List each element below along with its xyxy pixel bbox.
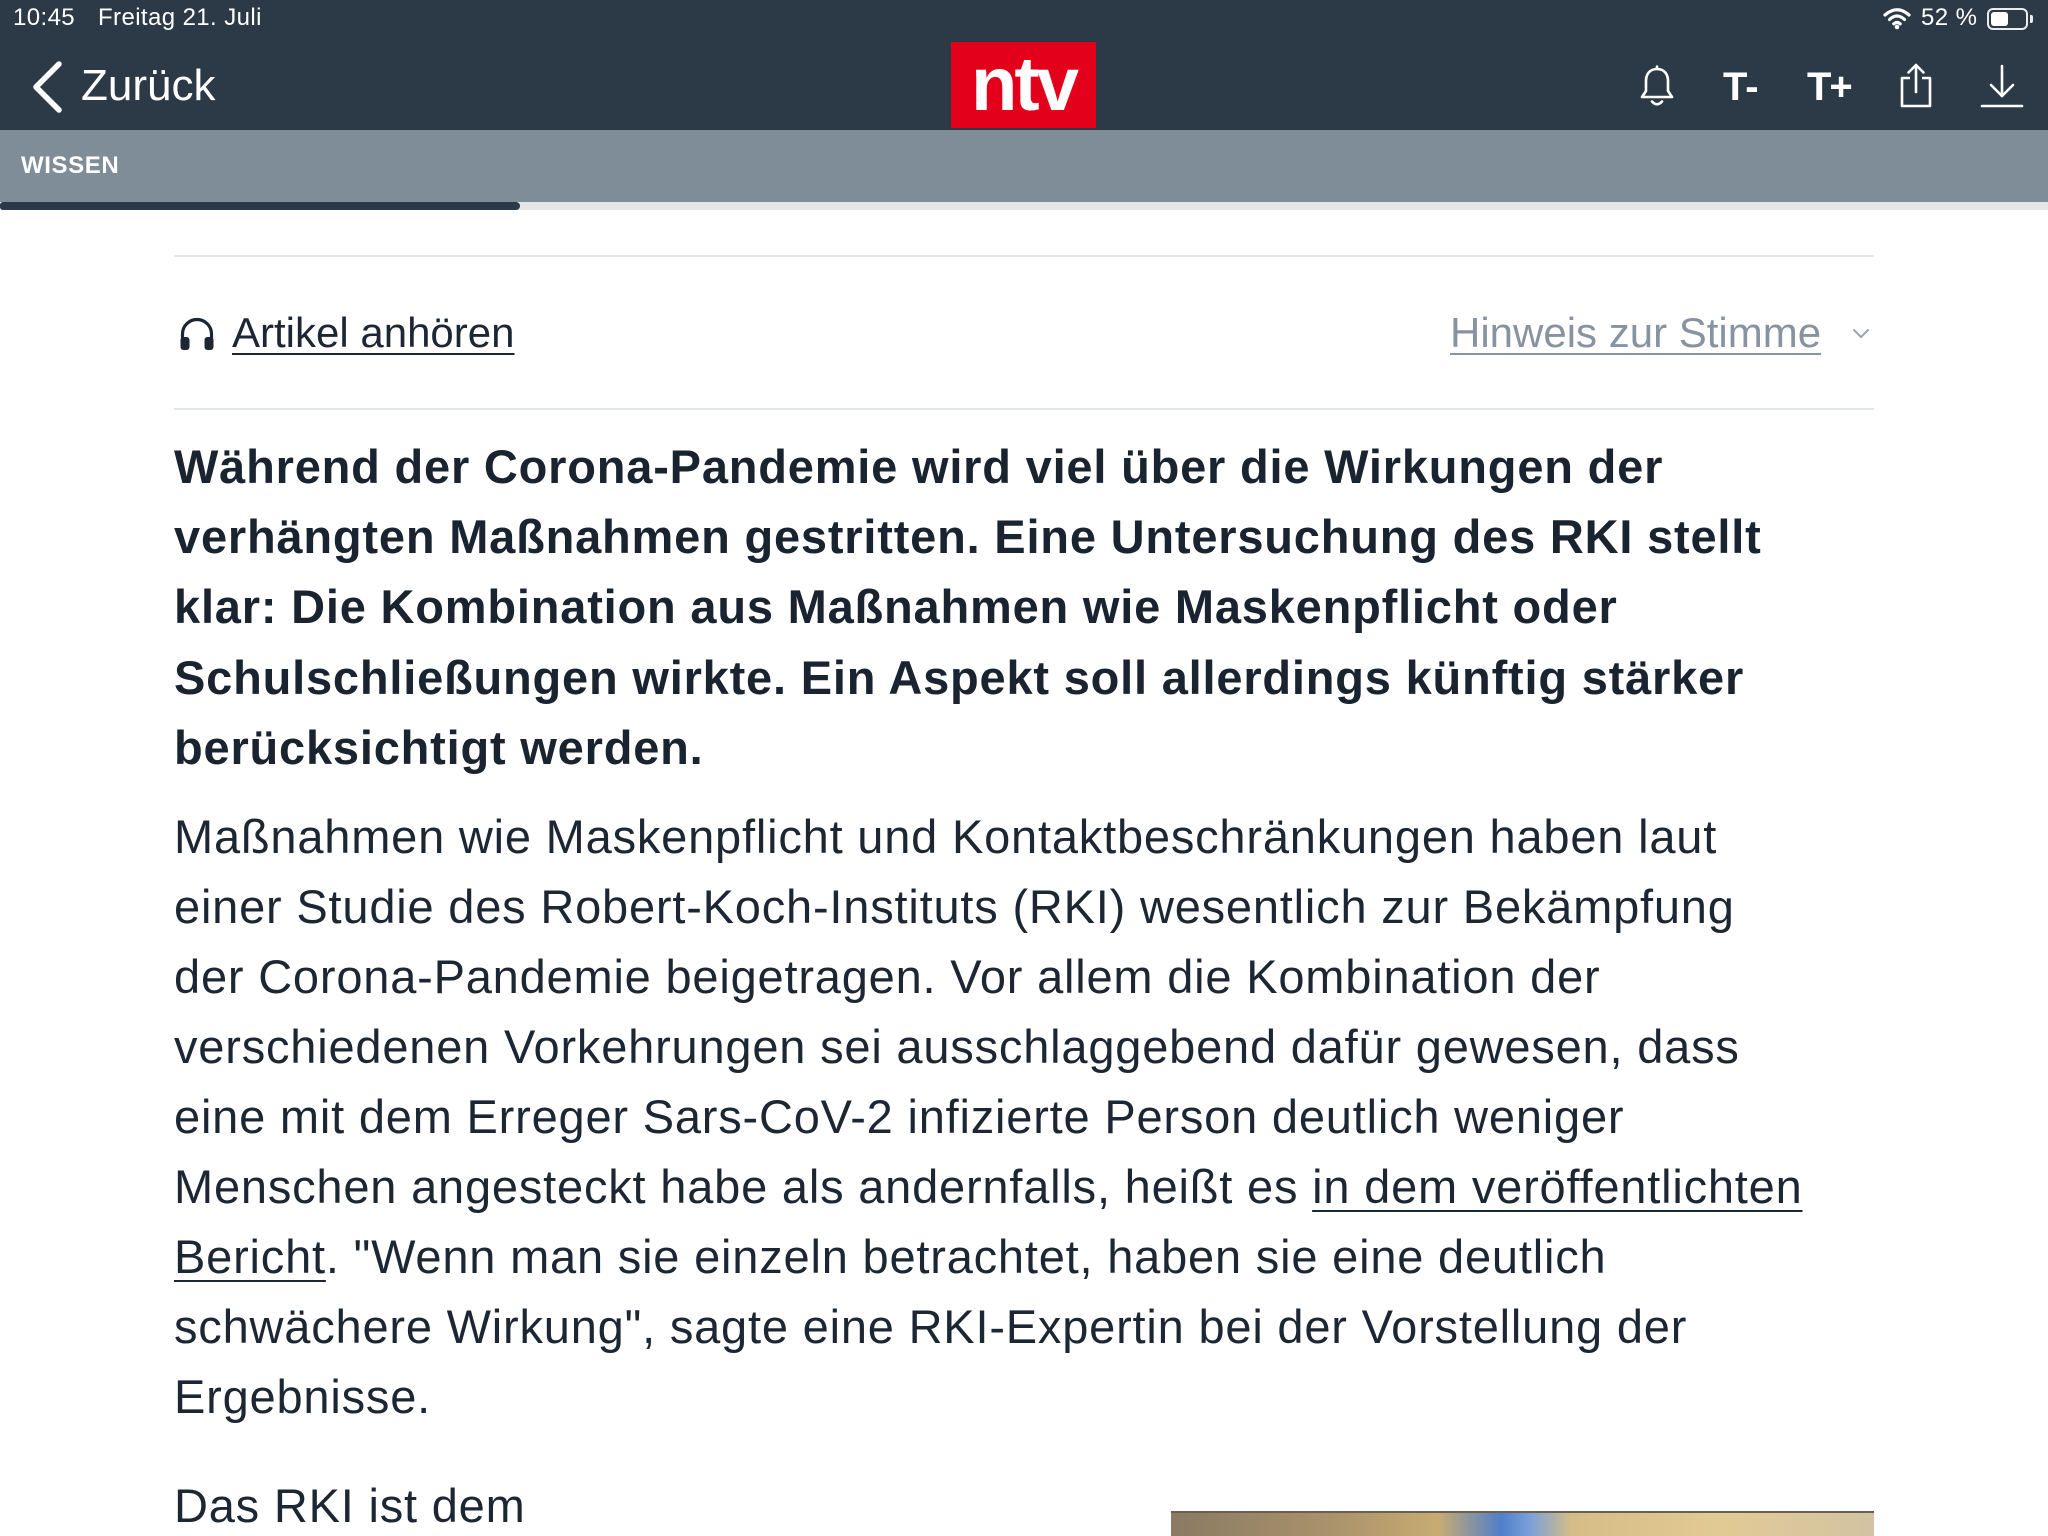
paragraph-text: Menschen angesteckt habe als andernfalls… [174, 1160, 1313, 1214]
app-screen: 10:45 Freitag 21. Juli 52 % Zurück ntv T… [0, 0, 2048, 1536]
wifi-icon [1882, 6, 1912, 35]
report-link[interactable]: Bericht [174, 1230, 326, 1283]
voice-hint-toggle[interactable]: Hinweis zur Stimme [1450, 308, 1874, 358]
divider [174, 255, 1874, 257]
lead-line: verhängten Maßnahmen gestritten. Eine Un… [174, 510, 1762, 564]
ntv-logo: ntv [951, 42, 1096, 128]
paragraph-line: Menschen angesteckt habe als andernfalls… [174, 1152, 1874, 1222]
back-button[interactable]: Zurück [24, 56, 220, 116]
status-time: 10:45 [13, 4, 76, 31]
font-larger-button[interactable]: T+ [1807, 62, 1853, 112]
share-icon[interactable] [1898, 62, 1934, 113]
bell-icon[interactable] [1637, 64, 1677, 115]
paragraph-line: Das RKI ist dem [174, 1479, 526, 1532]
divider [174, 408, 1874, 410]
paragraph-line: der Corona-Pandemie beigetragen. Vor all… [174, 950, 1601, 1004]
headphones-icon [178, 316, 216, 357]
battery-level [1991, 12, 2009, 26]
chevron-down-icon [1852, 327, 1870, 345]
battery-percentage: 52 % [1921, 4, 1978, 31]
battery-cap [2030, 15, 2033, 23]
paragraph-line: Ergebnisse. [174, 1370, 431, 1424]
font-smaller-button[interactable]: T- [1723, 62, 1759, 112]
article-paragraph: Das RKI ist dem [174, 1476, 1114, 1536]
lead-line: klar: Die Kombination aus Maßnahmen wie … [174, 580, 1618, 634]
section-bar: WISSEN [0, 130, 2048, 202]
lead-line: berücksichtigt werden. [174, 720, 704, 774]
voice-hint-label: Hinweis zur Stimme [1450, 309, 1822, 356]
download-icon[interactable] [1979, 64, 2025, 113]
paragraph-line: verschiedenen Vorkehrungen sei ausschlag… [174, 1020, 1740, 1074]
paragraph-line: schwächere Wirkung", sagte eine RKI-Expe… [174, 1300, 1688, 1354]
status-date: Freitag 21. Juli [98, 4, 262, 31]
article-lead: Während der Corona-Pandemie wird viel üb… [174, 432, 1874, 783]
paragraph-line: einer Studie des Robert-Koch-Instituts (… [174, 880, 1735, 934]
article-image [1171, 1511, 1874, 1536]
back-label: Zurück [81, 61, 216, 110]
lead-line: Schulschließungen wirkte. Ein Aspekt sol… [174, 650, 1745, 704]
report-link[interactable]: in dem veröffentlichten [1312, 1160, 1802, 1213]
battery-icon [1987, 8, 2028, 30]
paragraph-line: eine mit dem Erreger Sars-CoV-2 infizier… [174, 1090, 1625, 1144]
article-paragraph: Maßnahmen wie Maskenpflicht und Kontaktb… [174, 802, 1874, 1432]
paragraph-text: . "Wenn man sie einzeln betrachtet, habe… [325, 1230, 1607, 1284]
reading-progress-fill [0, 202, 521, 210]
lead-line: Während der Corona-Pandemie wird viel üb… [174, 440, 1664, 493]
chevron-left-icon [30, 60, 66, 119]
top-bar: 10:45 Freitag 21. Juli 52 % Zurück ntv T… [0, 0, 2048, 130]
reading-progress-bar [0, 202, 2048, 210]
paragraph-line: Bericht. "Wenn man sie einzeln betrachte… [174, 1222, 1874, 1292]
section-label: WISSEN [21, 152, 120, 179]
paragraph-line: Maßnahmen wie Maskenpflicht und Kontaktb… [174, 810, 1718, 863]
listen-article-label: Artikel anhören [232, 309, 515, 356]
